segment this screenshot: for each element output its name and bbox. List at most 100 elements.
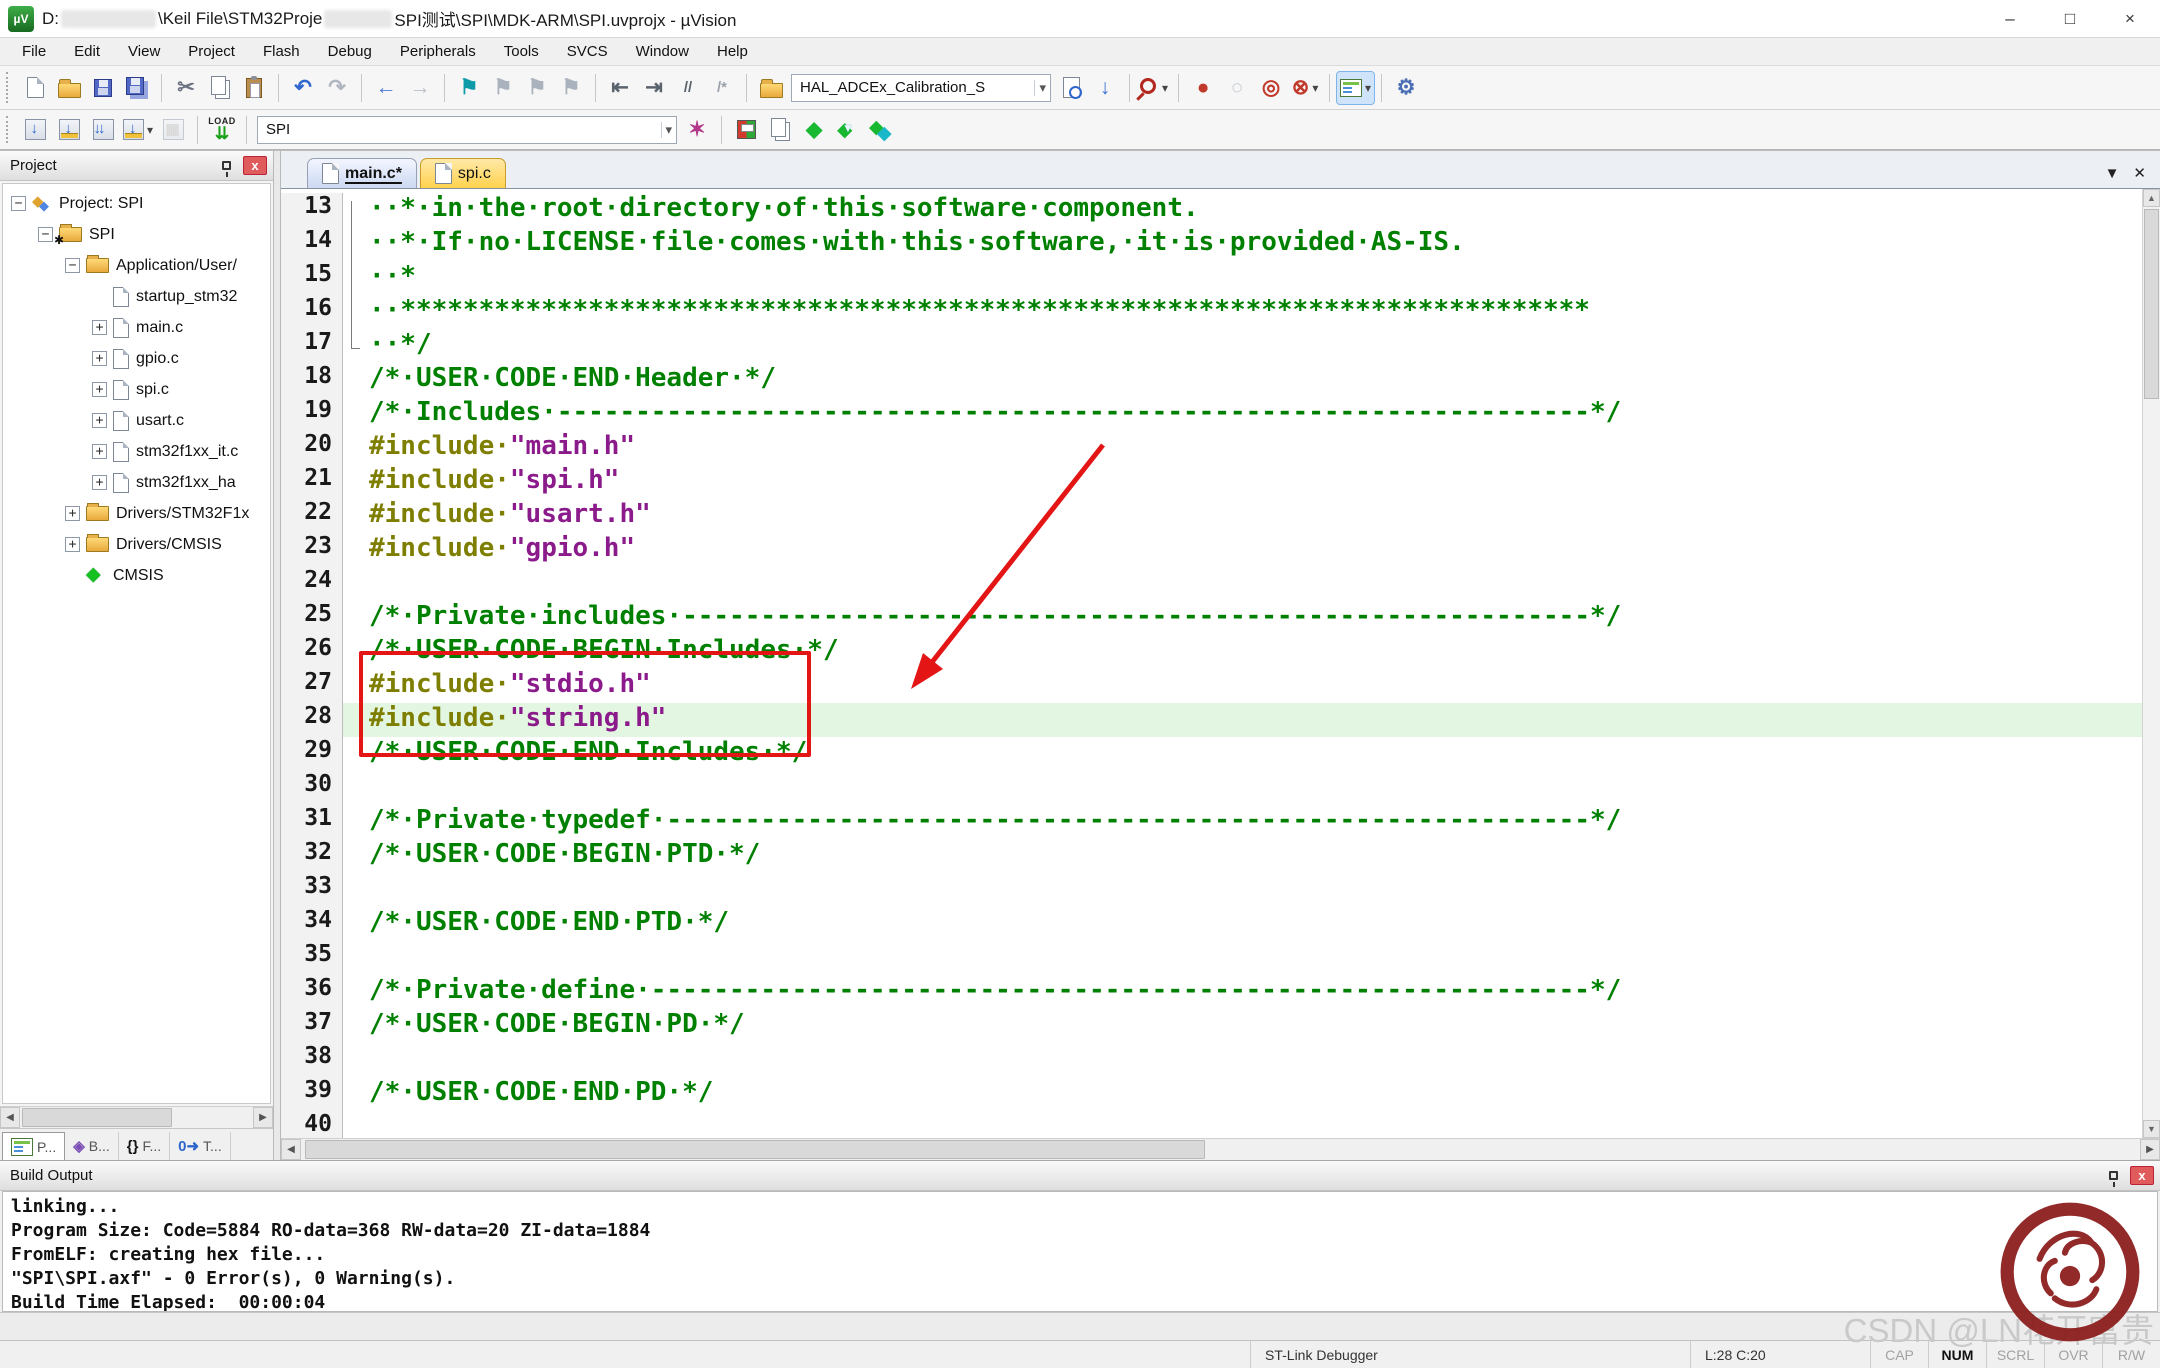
uncomment-selection-button[interactable]: /* <box>705 72 739 104</box>
templates-tab[interactable]: 0➜ T... <box>170 1132 231 1160</box>
minimize-button[interactable]: – <box>1980 0 2040 37</box>
scroll-left-icon[interactable]: ◀ <box>281 1139 301 1160</box>
redo-button[interactable]: ↷ <box>320 72 354 104</box>
scroll-down-icon[interactable]: ▼ <box>2143 1120 2160 1138</box>
tree-item-usart-c[interactable]: + usart.c <box>3 405 270 436</box>
functions-tab[interactable]: {} F... <box>119 1132 171 1160</box>
build-output-close-button[interactable]: x <box>2130 1166 2154 1185</box>
find-in-files-dialog-button[interactable] <box>1054 72 1088 104</box>
menu-peripherals[interactable]: Peripherals <box>386 38 490 66</box>
tree-item-project-spi[interactable]: −Project: SPI <box>3 188 270 219</box>
save-all-button[interactable] <box>120 72 154 104</box>
menu-edit[interactable]: Edit <box>60 38 114 66</box>
configure-wrench-button[interactable]: ⚙ <box>1389 72 1423 104</box>
expand-icon[interactable]: + <box>65 537 80 552</box>
translate-file-button[interactable] <box>18 114 52 146</box>
rebuild-all-button[interactable] <box>86 114 120 146</box>
tab-main-c[interactable]: main.c* <box>307 158 417 188</box>
menu-view[interactable]: View <box>114 38 174 66</box>
scroll-right-icon[interactable]: ▶ <box>2140 1139 2160 1160</box>
disable-all-breakpoints-button[interactable]: ◎ <box>1254 72 1288 104</box>
manage-project-items-button[interactable] <box>763 114 797 146</box>
expand-icon[interactable]: + <box>92 475 107 490</box>
save-button[interactable] <box>86 72 120 104</box>
next-bookmark-button[interactable]: ⚑ <box>520 72 554 104</box>
comment-selection-button[interactable]: // <box>671 72 705 104</box>
editor-vscrollbar[interactable]: ▲ ▼ <box>2142 189 2160 1138</box>
tree-item-stm32f1xx-it-c[interactable]: + stm32f1xx_it.c <box>3 436 270 467</box>
tree-item-spi[interactable]: −SPI <box>3 219 270 250</box>
menu-flash[interactable]: Flash <box>249 38 314 66</box>
tree-item-cmsis[interactable]: −CMSIS <box>3 560 270 591</box>
toggle-bookmark-button[interactable]: ⚑ <box>452 72 486 104</box>
tree-item-startup-stm32[interactable]: −startup_stm32 <box>3 281 270 312</box>
pack-installer-button[interactable]: ◆ <box>797 114 831 146</box>
open-file-button[interactable] <box>52 72 86 104</box>
manage-rte-button[interactable] <box>729 114 763 146</box>
new-file-button[interactable] <box>18 72 52 104</box>
clear-all-bookmarks-button[interactable]: ⚑ <box>554 72 588 104</box>
kill-all-breakpoints-button[interactable]: ⊗ ▾ <box>1288 72 1322 104</box>
books-tab[interactable]: ◈ B... <box>65 1132 119 1160</box>
project-panel-close-button[interactable]: x <box>243 156 267 175</box>
tab-spi-c[interactable]: spi.c <box>419 158 506 188</box>
close-button[interactable]: × <box>2100 0 2160 37</box>
pin-icon[interactable] <box>2109 1171 2118 1187</box>
search-term-combobox[interactable]: HAL_ADCEx_Calibration_S ▾ <box>788 72 1054 104</box>
component-viewer-button[interactable] <box>865 114 899 146</box>
tab-list-dropdown-icon[interactable]: ▼ <box>2105 165 2120 182</box>
menu-svcs[interactable]: SVCS <box>553 38 622 66</box>
pin-icon[interactable] <box>222 161 231 177</box>
close-file-icon[interactable]: ✕ <box>2133 164 2146 182</box>
maximize-button[interactable]: □ <box>2040 0 2100 37</box>
outdent-button[interactable]: ⇤ <box>603 72 637 104</box>
tree-item-drivers-cmsis[interactable]: + Drivers/CMSIS <box>3 529 270 560</box>
debug-windows-button[interactable]: ▾ <box>1336 70 1376 105</box>
menu-project[interactable]: Project <box>174 38 249 66</box>
scroll-right-icon[interactable]: ▶ <box>253 1107 273 1128</box>
enable-disable-breakpoint-button[interactable]: ○ <box>1220 72 1254 104</box>
batch-build-button[interactable]: ▾ <box>120 114 156 146</box>
scroll-left-icon[interactable]: ◀ <box>0 1107 20 1128</box>
project-tree-hscrollbar[interactable]: ◀ ▶ <box>0 1106 273 1128</box>
select-software-packs-button[interactable] <box>831 114 865 146</box>
undo-button[interactable]: ↶ <box>286 72 320 104</box>
build-button[interactable] <box>52 114 86 146</box>
expand-icon[interactable]: + <box>65 506 80 521</box>
expand-icon[interactable]: + <box>92 444 107 459</box>
menu-debug[interactable]: Debug <box>314 38 386 66</box>
insert-breakpoint-button[interactable]: ● <box>1186 72 1220 104</box>
tree-item-main-c[interactable]: + main.c <box>3 312 270 343</box>
collapse-icon[interactable]: − <box>38 227 53 242</box>
previous-bookmark-button[interactable]: ⚑ <box>486 72 520 104</box>
navigate-back-button[interactable]: ← <box>369 72 403 104</box>
collapse-icon[interactable]: − <box>65 258 80 273</box>
target-select-combobox[interactable]: SPI ▾ <box>254 114 680 146</box>
target-options-wand-button[interactable]: ✶ <box>680 114 714 146</box>
stop-build-button[interactable] <box>156 114 190 146</box>
cut-button[interactable]: ✂ <box>169 72 203 104</box>
expand-icon[interactable]: + <box>92 351 107 366</box>
menu-file[interactable]: File <box>8 38 60 66</box>
find-button[interactable]: ▾ <box>1137 72 1171 104</box>
scrollbar-thumb[interactable] <box>22 1108 172 1127</box>
editor-hscrollbar[interactable]: ◀ ▶ <box>281 1138 2160 1160</box>
expand-icon[interactable]: + <box>92 413 107 428</box>
project-tab[interactable]: P... <box>2 1132 66 1160</box>
tree-item-stm32f1xx-ha[interactable]: + stm32f1xx_ha <box>3 467 270 498</box>
expand-icon[interactable]: + <box>92 382 107 397</box>
tree-item-spi-c[interactable]: + spi.c <box>3 374 270 405</box>
code-editor[interactable]: 13 ··*·in·the·root·directory·of·this·soft… <box>281 189 2142 1138</box>
copy-button[interactable] <box>203 72 237 104</box>
collapse-icon[interactable]: − <box>11 196 26 211</box>
menu-tools[interactable]: Tools <box>490 38 553 66</box>
tree-item-drivers-stm32f1x[interactable]: + Drivers/STM32F1x <box>3 498 270 529</box>
menu-window[interactable]: Window <box>622 38 703 66</box>
tree-item-gpio-c[interactable]: + gpio.c <box>3 343 270 374</box>
incremental-find-button[interactable]: ↓ <box>1088 72 1122 104</box>
download-to-flash-button[interactable]: LOAD ⇊ <box>205 114 239 146</box>
expand-icon[interactable]: + <box>92 320 107 335</box>
scrollbar-thumb[interactable] <box>305 1140 1205 1159</box>
scrollbar-thumb[interactable] <box>2144 209 2159 399</box>
paste-button[interactable] <box>237 72 271 104</box>
